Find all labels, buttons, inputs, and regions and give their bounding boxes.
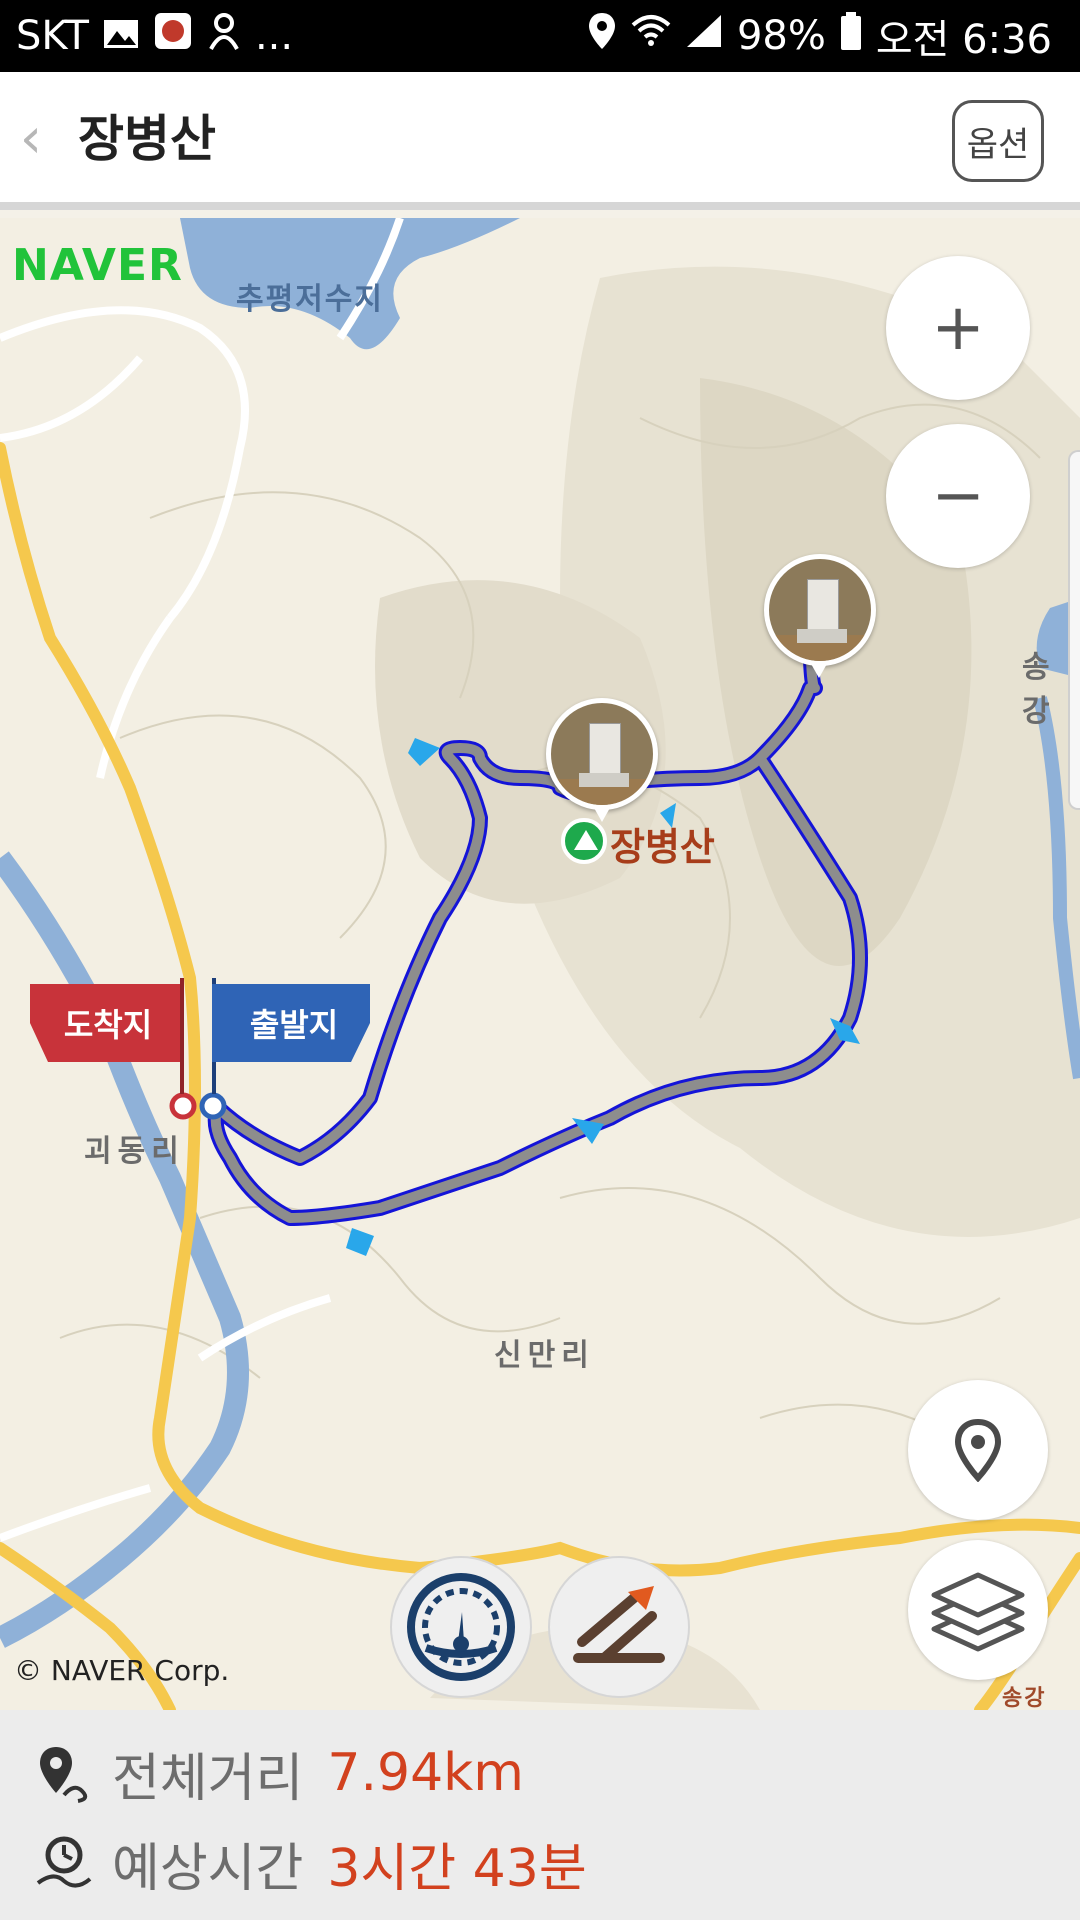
summit-label: 장병산 — [610, 825, 715, 869]
location-pin-icon — [954, 1418, 1002, 1482]
map-layers-button[interactable] — [908, 1540, 1048, 1680]
signal-icon — [685, 13, 723, 59]
time-label: 예상시간 — [112, 1838, 304, 1899]
battery-percent: 98% — [736, 13, 826, 59]
departure-flag-label: 출발지 — [249, 1006, 339, 1044]
app-header: ‹ 장병산 옵션 — [0, 72, 1080, 210]
carrier-label: SKT — [16, 13, 89, 59]
status-bar: SKT ... 98% 오전 6:36 — [0, 0, 1080, 72]
elevation-profile-button[interactable] — [548, 1556, 690, 1698]
departure-flag[interactable]: 출발지 — [212, 984, 370, 1062]
plus-icon: + — [931, 291, 985, 365]
wifi-icon — [631, 13, 671, 59]
summit-mountain-icon[interactable] — [561, 818, 607, 864]
clock: 오전 6:36 — [875, 17, 1052, 63]
photo-pin-summit[interactable] — [546, 698, 658, 810]
clock-route-icon — [36, 1836, 92, 1888]
route-info-panel: 전체거리 7.94km 예상시간 3시간 43분 — [0, 1710, 1080, 1920]
distance-value: 7.94km — [327, 1743, 524, 1803]
battery-icon — [840, 11, 862, 61]
side-panel-handle[interactable] — [1068, 450, 1080, 810]
more-notifications: ... — [254, 13, 294, 59]
village-label-goedong: 괴동리 — [84, 1134, 185, 1169]
photo-pin-tip — [810, 662, 828, 678]
distance-pin-icon — [40, 1747, 88, 1803]
arrival-flag-label: 도착지 — [63, 1006, 153, 1044]
speedometer-button[interactable] — [390, 1556, 532, 1698]
edge-place-label-bottom: 송강 — [1002, 1686, 1047, 1710]
time-row: 예상시간 3시간 43분 — [34, 1818, 587, 1908]
zoom-in-button[interactable]: + — [886, 256, 1030, 400]
person-icon — [207, 11, 241, 61]
photo-pin-peak[interactable] — [764, 554, 876, 666]
arrival-flag[interactable]: 도착지 — [30, 984, 180, 1062]
minus-icon: − — [931, 459, 985, 533]
time-value: 3시간 43분 — [327, 1838, 587, 1899]
photo-pin-tip — [593, 806, 611, 822]
layers-icon — [931, 1572, 1025, 1652]
back-button[interactable]: ‹ — [6, 104, 56, 174]
my-location-button[interactable] — [908, 1380, 1048, 1520]
distance-label: 전체거리 — [112, 1748, 304, 1809]
naver-logo: NAVER — [12, 240, 183, 291]
option-button[interactable]: 옵션 — [952, 100, 1044, 182]
distance-row: 전체거리 7.94km — [34, 1728, 524, 1818]
zoom-out-button[interactable]: − — [886, 424, 1030, 568]
location-icon — [587, 11, 617, 61]
page-title: 장병산 — [78, 110, 216, 168]
map-view[interactable]: NAVER 추평저수지 괴동리 신만리 송강 송강 장병산 도착지 출발지 + … — [0, 218, 1080, 1710]
chevron-left-icon: ‹ — [19, 106, 43, 171]
reservoir-label: 추평저수지 — [236, 282, 384, 317]
map-copyright: © NAVER Corp. — [14, 1654, 230, 1687]
speedometer-icon — [407, 1573, 515, 1681]
village-label-sinman: 신만리 — [494, 1338, 595, 1373]
elevation-slope-icon — [573, 1586, 665, 1663]
gallery-icon — [103, 13, 139, 59]
hiking-app-icon — [153, 11, 193, 61]
